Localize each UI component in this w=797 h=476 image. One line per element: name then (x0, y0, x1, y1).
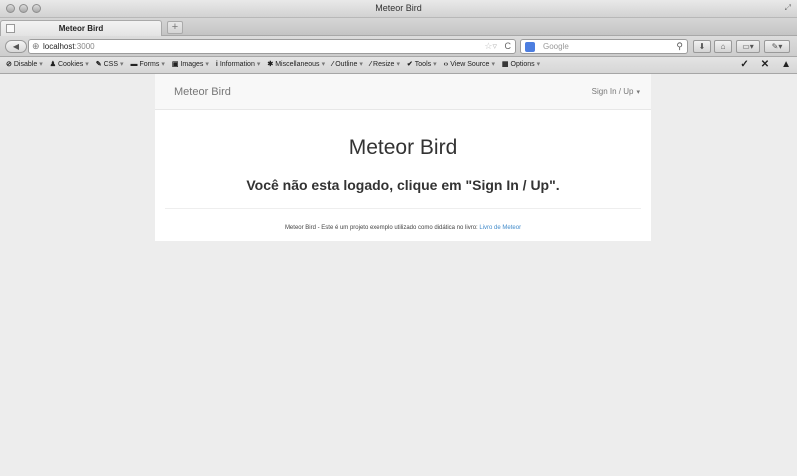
sign-in-dropdown[interactable]: Sign In / Up ▾ (592, 87, 640, 96)
divider (165, 208, 641, 209)
dev-menu-label: Miscellaneous (275, 61, 320, 68)
web-developer-toolbar: ⊘ Disable ▾ ♟ Cookies ▾ ✎ CSS ▾ ▬ Forms ▾ ▣ Image… (0, 57, 797, 74)
back-button[interactable]: ◀ (5, 40, 27, 53)
dev-menu-forms[interactable]: ▬ Forms ▾ (131, 60, 165, 68)
url-host: localhost (43, 42, 75, 51)
dev-menu-view-source[interactable]: ‹› View Source ▾ (444, 60, 495, 68)
options-icon: ▦ (501, 61, 509, 68)
page-title: Meteor Bird (348, 136, 458, 159)
dev-menu-label: Resize (373, 61, 395, 68)
dev-menu-label: Cookies (57, 61, 84, 68)
footer-book-link[interactable]: Livro de Meteor (479, 225, 521, 231)
window-titlebar: Meteor Bird ⤢ (0, 0, 797, 18)
dev-menu-label: Options (510, 61, 535, 68)
search-icon[interactable]: ⚲ (676, 41, 683, 52)
warning-icon[interactable]: ▲ (781, 59, 791, 70)
app-container: Meteor Bird Sign In / Up ▾ Meteor Bird Vo… (155, 74, 651, 241)
bookmark-star-icon[interactable]: ☆▿ (484, 41, 497, 52)
miscellaneous-icon: ✱ (267, 61, 274, 68)
new-tab-button[interactable]: + (167, 21, 183, 34)
resize-icon: ⁄ (369, 61, 372, 68)
home-button[interactable]: ⌂ (714, 40, 732, 53)
checkmark-icon[interactable]: ✓ (740, 59, 748, 70)
globe-icon: ⊕ (32, 41, 40, 51)
dev-menu-information[interactable]: i Information ▾ (216, 60, 261, 68)
search-placeholder: Google (543, 42, 569, 51)
information-icon: i (215, 61, 218, 68)
tab-title: Meteor Bird (58, 24, 104, 33)
outline-icon: ⁄ (332, 61, 334, 68)
dev-menu-options[interactable]: ▦ Options ▾ (502, 60, 540, 68)
dev-menu-css[interactable]: ✎ CSS ▾ (96, 60, 124, 68)
dev-menu-cookies[interactable]: ♟ Cookies ▾ (50, 60, 89, 68)
caret-down-icon: ▾ (636, 89, 640, 96)
app-navbar: Meteor Bird Sign In / Up ▾ (155, 74, 651, 110)
dev-menu-outline[interactable]: ⁄ Outline ▾ (332, 60, 363, 68)
dev-menu-label: Tools (414, 61, 432, 68)
view-source-icon: ‹› (443, 61, 449, 68)
dev-menu-tools[interactable]: ✔ Tools ▾ (407, 60, 437, 68)
url-port: :3000 (74, 42, 95, 51)
dev-toolbar-status: ✓ ✕ ▲ (728, 59, 791, 70)
dev-menu-resize[interactable]: ⁄ Resize ▾ (370, 60, 400, 68)
sign-in-label: Sign In / Up (591, 87, 634, 96)
fullscreen-icon[interactable]: ⤢ (785, 3, 791, 13)
dev-menu-miscellaneous[interactable]: ✱ Miscellaneous ▾ (267, 60, 325, 68)
dev-menu-disable[interactable]: ⊘ Disable ▾ (6, 60, 43, 68)
url-text[interactable]: localhost:3000 (43, 42, 95, 51)
dev-menu-label: Information (219, 61, 255, 68)
footer-text: Meteor Bird - Este é um projeto exemplo … (284, 225, 480, 231)
cookies-icon: ♟ (49, 61, 56, 68)
page-viewport: Meteor Bird Sign In / Up ▾ Meteor Bird Vo… (0, 74, 797, 476)
images-icon: ▣ (171, 61, 179, 68)
search-bar[interactable]: Google ⚲ (520, 39, 688, 54)
tools-icon: ✔ (406, 61, 413, 68)
url-bar[interactable]: ⊕ localhost:3000 ☆▿ C (28, 39, 516, 54)
addon-menu-button[interactable]: ✎▾ (764, 40, 790, 53)
search-engine-icon[interactable] (525, 42, 535, 52)
dev-menu-list: ⊘ Disable ▾ ♟ Cookies ▾ ✎ CSS ▾ ▬ Forms ▾ ▣ Image… (6, 60, 545, 68)
dev-menu-label: Images (180, 61, 204, 68)
login-message: Você não esta logado, clique em "Sign In… (246, 177, 560, 193)
dev-menu-label: CSS (103, 61, 119, 68)
forms-icon: ▬ (130, 61, 138, 68)
disable-icon: ⊘ (6, 61, 12, 68)
dev-menu-label: Forms (139, 61, 160, 68)
browser-tab[interactable]: Meteor Bird (0, 20, 162, 36)
tab-bar: Meteor Bird + (0, 18, 797, 36)
page-footer: Meteor Bird - Este é um projeto exemplo … (155, 225, 651, 231)
dev-menu-images[interactable]: ▣ Images ▾ (172, 60, 209, 68)
downloads-button[interactable]: ⬇ (693, 40, 711, 53)
brand-link[interactable]: Meteor Bird (174, 86, 231, 98)
dev-menu-label: View Source (450, 61, 490, 68)
navigation-toolbar: ◀ ⊕ localhost:3000 ☆▿ C Google ⚲ ⬇ ⌂ ▭▾ … (0, 36, 797, 57)
dev-menu-label: Outline (335, 61, 358, 68)
dev-menu-label: Disable (13, 61, 38, 68)
reload-icon[interactable]: C (505, 41, 512, 51)
view-menu-button[interactable]: ▭▾ (736, 40, 760, 53)
window-title: Meteor Bird (375, 3, 422, 13)
close-icon[interactable]: ✕ (761, 59, 769, 70)
css-icon: ✎ (95, 61, 102, 68)
